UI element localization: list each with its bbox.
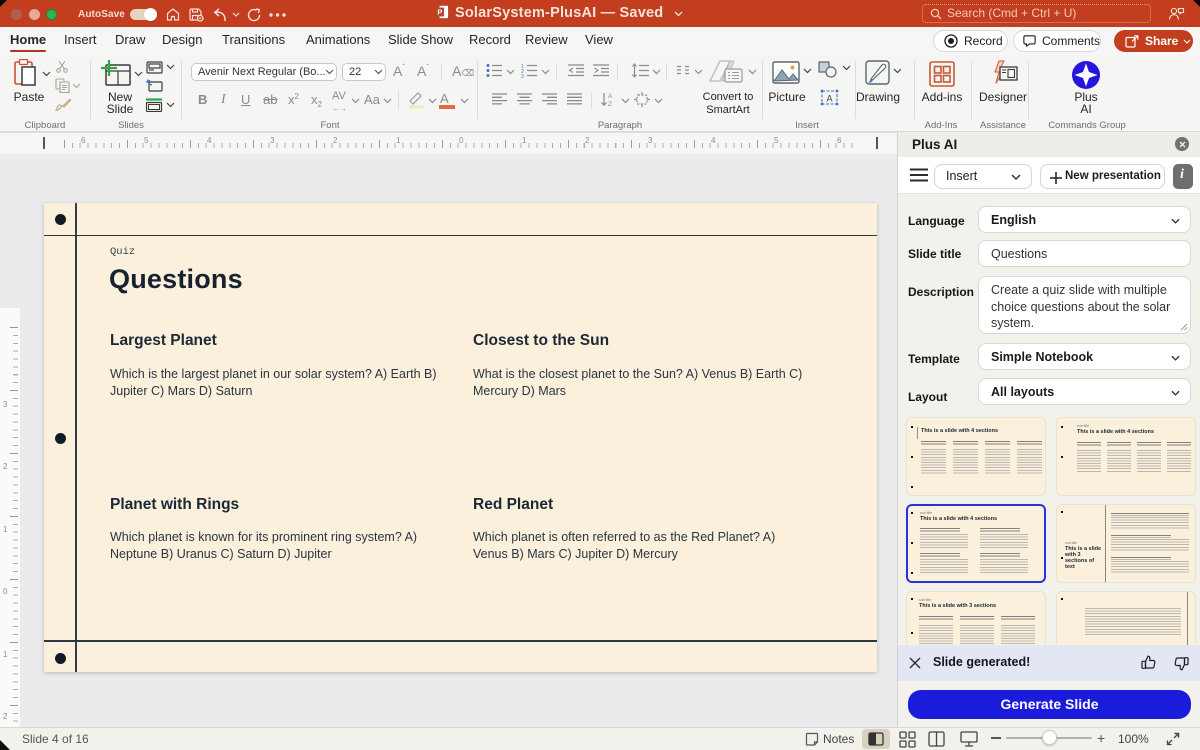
svg-text:P: P: [437, 8, 442, 17]
svg-text:A: A: [826, 94, 832, 104]
svg-text:Z: Z: [608, 101, 612, 107]
svg-text:3: 3: [521, 74, 524, 78]
svg-text:A: A: [608, 93, 613, 100]
